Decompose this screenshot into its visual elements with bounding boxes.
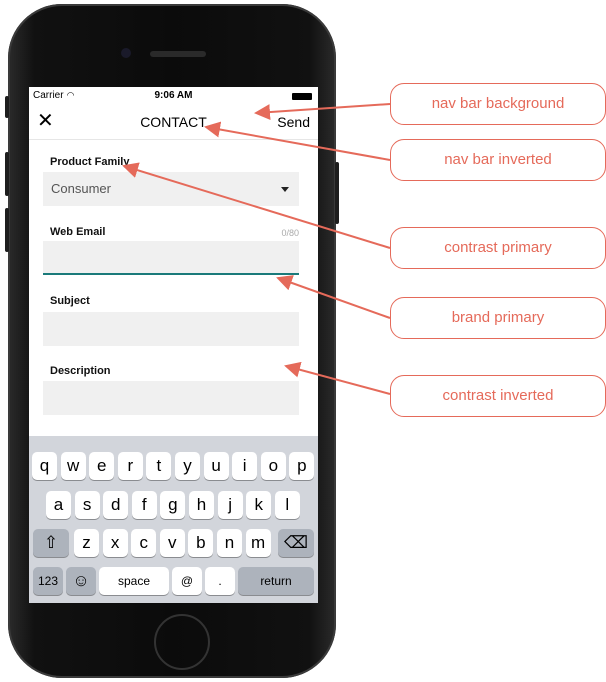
callout-brand-primary: brand primary	[390, 297, 606, 339]
annotation-arrow-nav-inverted	[204, 121, 391, 161]
annotation-arrow-contrast-primary	[122, 162, 391, 249]
annotation-arrow-brand-primary	[276, 275, 391, 319]
callout-nav-bar-inverted: nav bar inverted	[390, 139, 606, 181]
annotation-arrow-contrast-inverted	[284, 361, 391, 395]
callout-contrast-primary: contrast primary	[390, 227, 606, 269]
callout-nav-bar-background: nav bar background	[390, 83, 606, 125]
callout-contrast-inverted: contrast inverted	[390, 375, 606, 417]
annotation-arrow-nav-bg	[254, 103, 391, 121]
